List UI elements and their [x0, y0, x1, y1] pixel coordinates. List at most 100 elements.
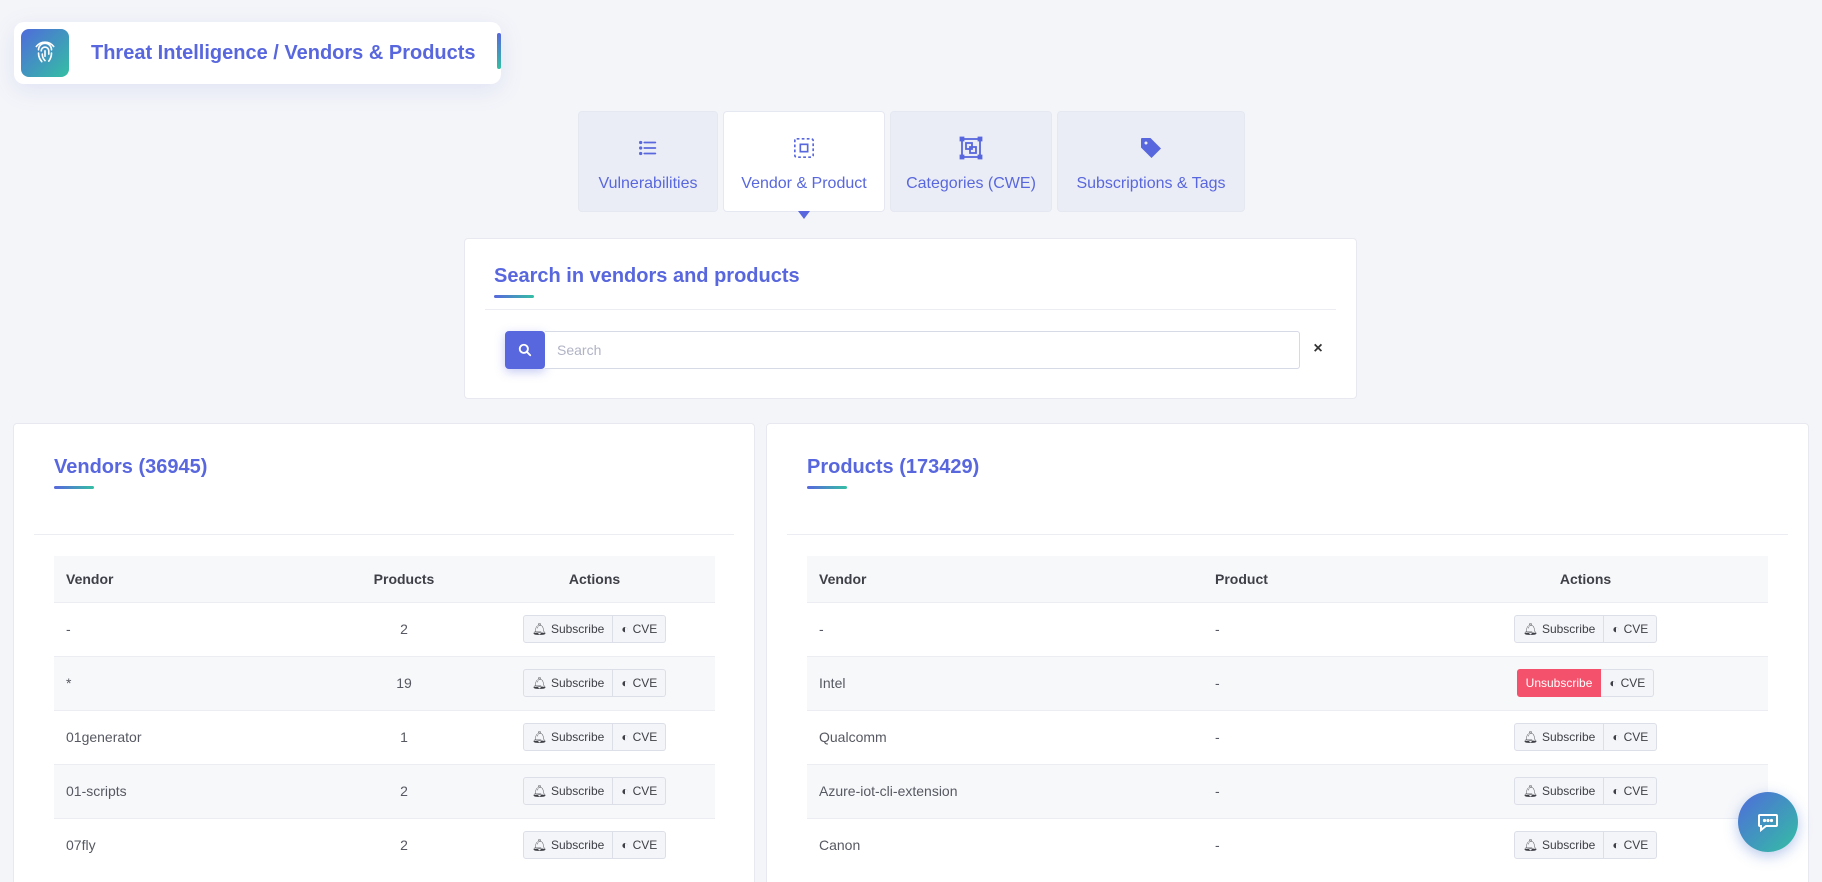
table-header-row: Vendor Products Actions	[54, 556, 715, 602]
search-button[interactable]	[505, 331, 545, 369]
vendors-table: Vendor Products Actions - 2 🔔︎ Subscribe …	[54, 556, 715, 872]
tab-subscriptions-tags[interactable]: Subscriptions & Tags	[1057, 111, 1245, 212]
button-label: CVE	[1623, 784, 1649, 798]
subscribe-button[interactable]: 🔔︎ Subscribe	[1513, 615, 1605, 643]
tab-label: Categories (CWE)	[906, 175, 1036, 192]
tab-categories-cwe[interactable]: Categories (CWE)	[890, 111, 1052, 212]
button-label: Subscribe	[550, 622, 605, 636]
table-row: - 2 🔔︎ Subscribe ◐ CVE	[54, 601, 715, 656]
cve-button[interactable]: ◐ CVE	[1604, 777, 1658, 805]
header-accent-bar	[497, 33, 501, 69]
bell-icon: 🔔︎	[531, 622, 547, 636]
divider	[787, 534, 1788, 535]
cve-button[interactable]: ◐ CVE	[1604, 831, 1658, 860]
cve-button[interactable]: ◐ CVE	[613, 669, 667, 697]
bell-icon: 🔔︎	[531, 784, 547, 798]
cve-button[interactable]: ◐ CVE	[613, 615, 667, 643]
cve-button[interactable]: ◐ CVE	[1604, 615, 1658, 643]
product-count[interactable]: 2	[334, 817, 474, 872]
button-label: CVE	[632, 784, 658, 798]
search-input[interactable]	[545, 331, 1300, 369]
column-header-vendor[interactable]: Vendor	[807, 556, 1203, 602]
shield-icon: ◐	[1612, 838, 1620, 853]
product-count[interactable]: 19	[334, 655, 474, 710]
select-box-icon	[793, 136, 815, 160]
tab-vulnerabilities[interactable]: Vulnerabilities	[578, 111, 718, 212]
table-row: Canon - 🔔︎ Subscribe ◐ CVE	[807, 817, 1768, 872]
product-count[interactable]: 1	[334, 709, 474, 764]
button-label: CVE	[632, 838, 658, 853]
row-actions: 🔔︎ Subscribe ◐ CVE	[474, 709, 715, 764]
chat-button[interactable]	[1738, 792, 1798, 852]
products-table: Vendor Product Actions - - 🔔︎ Subscribe ◐…	[807, 556, 1768, 872]
subscribe-button[interactable]: 🔔︎ Subscribe	[522, 615, 614, 643]
cve-button[interactable]: ◐ CVE	[613, 777, 667, 805]
vendors-title: Vendors (36945)	[54, 456, 208, 478]
title-underline	[494, 295, 534, 298]
column-header-products[interactable]: Products	[334, 556, 474, 602]
button-label: CVE	[1620, 676, 1646, 690]
row-actions: 🔔︎ Subscribe ◐ CVE	[1403, 817, 1768, 872]
subscribe-button[interactable]: 🔔︎ Subscribe	[1513, 777, 1605, 805]
column-header-actions: Actions	[1403, 556, 1768, 602]
cve-button[interactable]: ◐ CVE	[1601, 669, 1655, 697]
column-header-product[interactable]: Product	[1203, 556, 1403, 602]
row-actions: 🔔︎ Subscribe ◐ CVE	[474, 817, 715, 872]
bell-icon: 🔔︎	[1522, 784, 1538, 798]
product-count[interactable]: 2	[334, 601, 474, 656]
table-row: Qualcomm - 🔔︎ Subscribe ◐ CVE	[807, 709, 1768, 764]
subscribe-button[interactable]: 🔔︎ Subscribe	[522, 669, 614, 697]
bell-icon: 🔔︎	[531, 676, 547, 690]
cve-button[interactable]: ◐ CVE	[613, 831, 667, 860]
table-row: - - 🔔︎ Subscribe ◐ CVE	[807, 601, 1768, 656]
table-row: 07fly 2 🔔︎ Subscribe ◐ CVE	[54, 817, 715, 872]
subscribe-button[interactable]: 🔔︎ Subscribe	[1513, 723, 1605, 751]
table-row: Azure-iot-cli-extension - 🔔︎ Subscribe ◐ C…	[807, 763, 1768, 818]
subscribe-button[interactable]: 🔔︎ Subscribe	[1513, 831, 1605, 860]
button-label: CVE	[632, 730, 658, 744]
button-label: Subscribe	[1541, 622, 1596, 636]
subscribe-button[interactable]: 🔔︎ Subscribe	[522, 831, 614, 860]
vendor-name[interactable]: *	[54, 655, 334, 710]
row-actions: 🔔︎ Subscribe ◐ CVE	[1403, 709, 1768, 764]
bell-icon: 🔔︎	[1522, 622, 1538, 636]
fingerprint-icon	[21, 29, 69, 77]
unsubscribe-button[interactable]: Unsubscribe	[1516, 669, 1602, 697]
vendor-name: Qualcomm	[807, 709, 1203, 764]
row-actions: 🔔︎ Subscribe ◐ CVE	[1403, 763, 1768, 818]
vendor-name[interactable]: -	[54, 601, 334, 656]
subscribe-button[interactable]: 🔔︎ Subscribe	[522, 723, 614, 751]
button-label: Subscribe	[1541, 730, 1596, 744]
section-tabs: Vulnerabilities Vendor & Product Categor…	[578, 111, 1245, 219]
shield-icon: ◐	[621, 676, 629, 690]
button-label: Subscribe	[550, 676, 605, 690]
row-actions: 🔔︎ Subscribe ◐ CVE	[1403, 601, 1768, 656]
cve-button[interactable]: ◐ CVE	[613, 723, 667, 751]
button-label: Subscribe	[1541, 784, 1596, 798]
subscribe-button[interactable]: 🔔︎ Subscribe	[522, 777, 614, 805]
divider	[34, 534, 734, 535]
button-label: CVE	[1623, 838, 1649, 853]
row-actions: 🔔︎ Subscribe ◐ CVE	[474, 655, 715, 710]
vendor-name[interactable]: 01-scripts	[54, 763, 334, 818]
page-header: Threat Intelligence / Vendors & Products	[14, 22, 501, 84]
vendor-name[interactable]: 01generator	[54, 709, 334, 764]
product-name: -	[1203, 763, 1403, 818]
shield-icon: ◐	[621, 838, 629, 853]
column-header-vendor[interactable]: Vendor	[54, 556, 334, 602]
cve-button[interactable]: ◐ CVE	[1604, 723, 1658, 751]
bell-icon: 🔔︎	[531, 730, 547, 744]
shield-icon: ◐	[621, 730, 629, 744]
vendor-name[interactable]: 07fly	[54, 817, 334, 872]
vendors-panel: Vendors (36945) Vendor Products Actions …	[13, 423, 755, 882]
shield-icon: ◐	[1612, 784, 1620, 798]
products-title: Products (173429)	[807, 456, 980, 478]
bell-icon: 🔔︎	[531, 838, 547, 853]
tab-vendor-product[interactable]: Vendor & Product	[723, 111, 885, 219]
shield-icon: ◐	[1612, 730, 1620, 744]
product-count[interactable]: 2	[334, 763, 474, 818]
clear-search-button[interactable]: ×	[1308, 339, 1328, 359]
page-title: Threat Intelligence / Vendors & Products	[91, 41, 476, 64]
button-label: Subscribe	[550, 838, 605, 853]
vendor-name: Azure-iot-cli-extension	[807, 763, 1203, 818]
